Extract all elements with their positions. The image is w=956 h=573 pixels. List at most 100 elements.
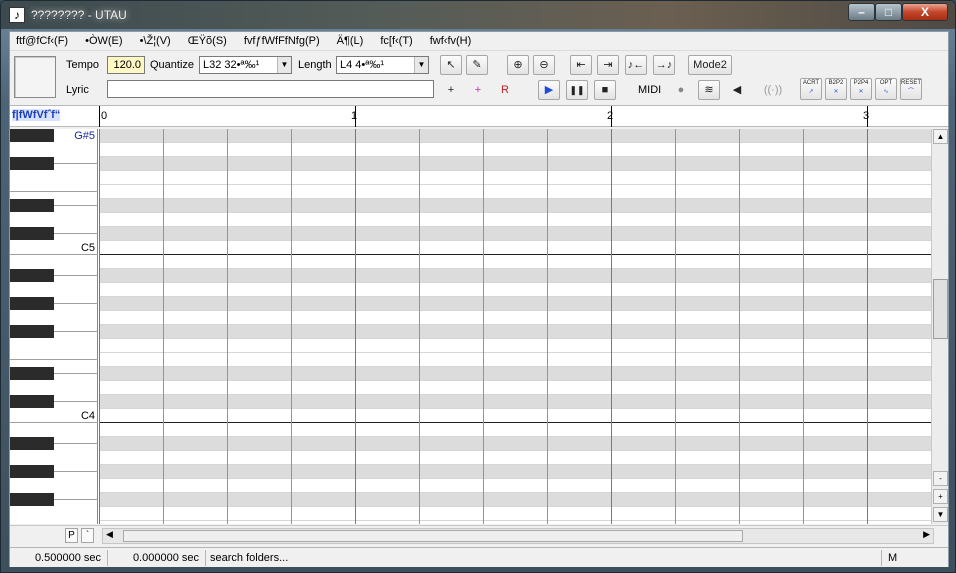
menu-tools[interactable]: fc[f‹(T) [380,35,412,47]
grid-row[interactable] [99,185,931,199]
grid-row[interactable] [99,395,931,409]
menu-project[interactable]: fvfƒfWfFfNfg(P) [244,35,320,47]
black-key[interactable] [10,157,54,170]
play-icon[interactable]: ▶ [538,80,560,100]
mode-button[interactable]: Mode2 [688,55,732,75]
note-grid[interactable] [99,129,932,524]
grid-row[interactable] [99,213,931,227]
acrt-tool-button[interactable]: ACRT ↗ [800,78,822,100]
grid-row[interactable] [99,367,931,381]
grid-row[interactable] [99,283,931,297]
menu-view[interactable]: •\Ž¦(V) [140,35,171,47]
white-key-divider [10,191,98,192]
grid-row[interactable] [99,451,931,465]
stop-icon[interactable]: ■ [594,80,616,100]
next-note-icon[interactable]: →♪ [653,55,675,75]
black-key[interactable] [10,367,54,380]
black-key[interactable] [10,465,54,478]
quote-button[interactable]: ` [81,528,94,543]
grid-row[interactable] [99,409,931,423]
go-start-icon[interactable]: ⇤ [570,55,592,75]
grid-row[interactable] [99,157,931,171]
grid-row[interactable] [99,507,931,521]
speaker-icon[interactable]: ◀ [726,80,748,100]
grid-row[interactable] [99,325,931,339]
title-bar[interactable]: ♪ ???????? - UTAU – □ X [1,1,955,29]
menu-search[interactable]: ŒŸõ(S) [188,35,227,47]
grid-row[interactable] [99,465,931,479]
insert-note-icon[interactable]: + [440,80,462,100]
grid-row[interactable] [99,255,931,269]
p-button[interactable]: P [65,528,78,543]
midi-record-icon[interactable]: ● [670,80,692,100]
grid-row[interactable] [99,437,931,451]
grid-row[interactable] [99,493,931,507]
close-button[interactable]: X [902,3,948,21]
maximize-button[interactable]: □ [875,3,902,21]
black-key[interactable] [10,325,54,338]
vertical-scroll-thumb[interactable] [933,279,948,339]
reset-tool-button[interactable]: RESET ⌒ [900,78,922,100]
grid-row[interactable] [99,311,931,325]
black-key[interactable] [10,199,54,212]
grid-row[interactable] [99,129,931,143]
black-key[interactable] [10,269,54,282]
black-key[interactable] [10,395,54,408]
select-tool-icon[interactable]: ↖ [440,55,462,75]
horizontal-scroll-thumb[interactable] [123,530,743,542]
prev-note-icon[interactable]: ♪← [625,55,647,75]
scroll-left-icon[interactable]: ◀ [106,529,113,540]
ruler[interactable]: f|fWfVfˆf“ 0 1 2 3 [10,105,948,127]
vertical-scrollbar[interactable]: ▲ - + ▼ [931,129,948,524]
grid-row[interactable] [99,423,931,437]
insert-rest-icon[interactable]: R [494,80,516,100]
lyric-input[interactable] [107,80,434,98]
white-key-divider [10,254,98,255]
menu-file[interactable]: ftf@fCf‹(F) [16,35,68,47]
scroll-right-icon[interactable]: ▶ [923,529,930,540]
zoom-minus-icon[interactable]: - [933,471,948,486]
grid-row[interactable] [99,381,931,395]
scroll-down-icon[interactable]: ▼ [933,507,948,522]
length-select[interactable]: L4 4•ª‰¹ ▼ [336,56,429,74]
grid-row[interactable] [99,171,931,185]
piano-keyboard[interactable]: G#5 C5 C4 [10,129,98,524]
p2p4-tool-button[interactable]: P2P4 ✕ [850,78,872,100]
b2p2-tool-button[interactable]: B2P2 ✕ [825,78,847,100]
minimize-button[interactable]: – [848,3,875,21]
grid-row[interactable] [99,479,931,493]
grid-row[interactable] [99,269,931,283]
pause-icon[interactable]: ❚❚ [566,80,588,100]
grid-row[interactable] [99,227,931,241]
grid-row[interactable] [99,339,931,353]
quantize-select[interactable]: L32 32•ª‰¹ ▼ [199,56,292,74]
menu-playback[interactable]: Ä¶(L) [337,35,364,47]
zoom-out-icon[interactable]: ⊖ [533,55,555,75]
go-end-icon[interactable]: ⇥ [597,55,619,75]
black-key[interactable] [10,493,54,506]
voicebank-portrait[interactable] [14,56,56,98]
grid-row[interactable] [99,143,931,157]
black-key[interactable] [10,227,54,240]
transmit-icon[interactable]: ((·)) [762,80,784,100]
menu-edit[interactable]: •ÒW(E) [85,35,122,47]
pencil-tool-icon[interactable]: ✎ [466,55,488,75]
midi-port-icon[interactable]: ≋ [698,80,720,100]
zoom-in-icon[interactable]: ⊕ [507,55,529,75]
black-key[interactable] [10,437,54,450]
black-key[interactable] [10,129,54,142]
zoom-plus-icon[interactable]: + [933,489,948,504]
grid-row[interactable] [99,241,931,255]
black-key[interactable] [10,297,54,310]
insert-pink-note-icon[interactable]: + [467,80,489,100]
grid-row[interactable] [99,353,931,367]
grid-row[interactable] [99,297,931,311]
grid-row[interactable] [99,521,931,524]
grid-row[interactable] [99,199,931,213]
bar-line [99,129,100,524]
scroll-up-icon[interactable]: ▲ [933,129,948,144]
horizontal-scrollbar[interactable]: ◀ ▶ [102,528,934,544]
menu-help[interactable]: fwf‹fv(H) [430,35,472,47]
tempo-field[interactable]: 120.0 [107,56,145,74]
opt-tool-button[interactable]: OPT ∿ [875,78,897,100]
